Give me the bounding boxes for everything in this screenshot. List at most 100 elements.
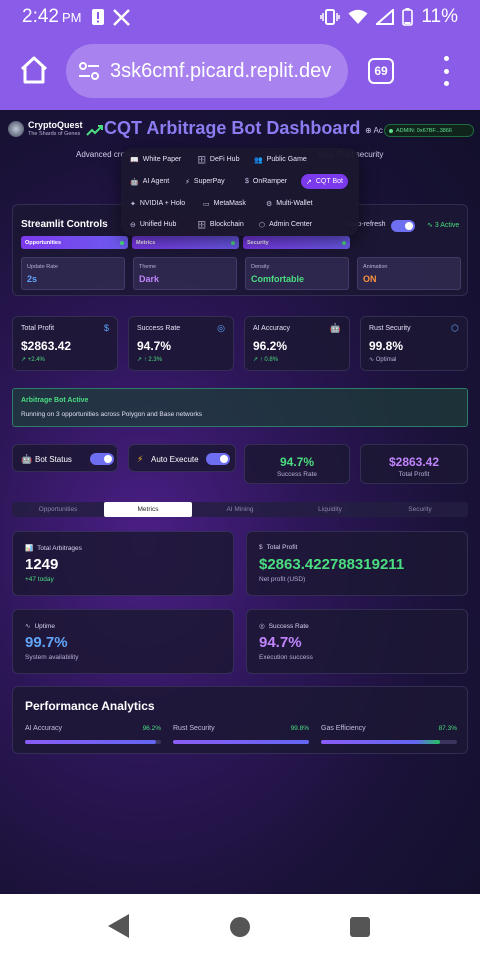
bot-icon: 🤖 [130,178,139,186]
status-bar: 2:42 PM 11% [0,0,480,34]
tab-security[interactable]: Security [376,502,464,517]
stat-change: ↗ ↑ 2.3% [137,357,163,363]
browser-menu-icon[interactable] [438,56,454,86]
setting-theme[interactable]: Theme Dark [133,257,237,290]
setting-value: Comfortable [251,274,305,284]
setting-value: 2s [27,274,38,284]
menu-item-superpay[interactable]: ⚡ SuperPay [180,174,230,189]
shield-icon: ⬡ [259,221,266,229]
dollar-icon: $ [259,544,263,551]
bar-fill [173,740,309,744]
bot-icon: 🤖 [21,454,33,464]
language-selector[interactable]: ⊕ Ac [365,126,383,135]
menu-item-unified-hub[interactable]: ⊖ Unified Hub [125,217,181,232]
mini-label: Total Profit [398,471,430,478]
tag-dot [231,240,235,245]
system-nav-bar [0,894,480,960]
menu-item-white-paper[interactable]: 📖 White Paper [125,152,186,167]
zap-icon: ⚡ [185,178,190,186]
menu-item-label: Unified Hub [139,221,177,228]
bar-ai-accuracy [25,740,161,744]
stat-label: Rust Security [369,325,411,332]
menu-item-ai-agent[interactable]: 🤖 AI Agent [125,174,174,189]
metric-label: ◎ Success Rate [259,622,309,630]
tab-opportunities[interactable]: Opportunities [14,502,102,517]
setting-value: Dark [139,274,160,284]
mini-total-profit: $2863.42 Total Profit [360,444,468,484]
bar-gas-efficiency [321,740,457,744]
metric-value: $2863.422788319211 [259,556,405,573]
setting-update-rate[interactable]: Update Rate 2s [21,257,125,290]
status-dot [389,128,393,133]
menu-item-label: DeFi Hub [209,156,240,163]
menu-item-onramper[interactable]: $ OnRamper [240,174,292,189]
tab-liquidity[interactable]: Liquidity [286,502,374,517]
bar-label-gas-efficiency: Gas Efficiency [321,725,366,732]
mini-success-rate: 94.7% Success Rate [244,444,350,484]
sparkle-icon: ✦ [130,200,136,208]
site-settings-icon[interactable] [78,60,100,82]
alert-text: Running on 3 opportunities across Polygo… [21,411,203,418]
menu-item-defi-hub[interactable]: 🗄 DeFi Hub [192,152,244,167]
tag-label: Metrics [136,239,156,246]
trending-up-icon: ↗ [306,178,312,186]
bar-fill [25,740,156,744]
menu-item-label: Admin Center [269,221,312,228]
menu-item-label: OnRamper [252,178,288,185]
stat-value: $2863.42 [21,339,72,353]
setting-label: Update Rate [27,264,58,270]
auto-refresh-toggle[interactable] [391,220,415,232]
menu-item-nvidia-holo[interactable]: ✦ NVIDIA + Holo [125,196,190,211]
home-icon[interactable] [18,54,50,86]
metric-label-text: Total Profit [266,544,298,551]
bot-icon: 🤖 [329,323,341,333]
bot-status-toggle[interactable] [90,453,114,465]
setting-density[interactable]: Density Comfortable [245,257,349,290]
setting-label: Density [251,264,270,270]
metric-value: 94.7% [259,634,302,651]
active-count: ∿ 3 Active [427,222,460,229]
metric-total-arbitrages: 📊 Total Arbitrages 1249 +47 today [12,531,234,596]
brand-name[interactable]: CryptoQuest [28,120,83,130]
performance-title: Performance Analytics [25,699,155,713]
address-bar[interactable]: 3sk6cmf.picard.replit.dev [66,44,348,98]
metric-sub: Net profit (USD) [259,576,306,583]
stat-label: Total Profit [21,325,55,332]
alert-title: Arbitrage Bot Active [21,397,89,404]
home-circle-icon[interactable] [230,917,250,937]
tag-metrics[interactable]: Metrics [132,236,239,249]
menu-item-metamask[interactable]: ▭ MetaMask [198,196,251,211]
navigation-menu: 📖 White Paper 🗄 DeFi Hub 👥 Public Game 🤖 AI … [121,148,359,236]
database-icon: 🗄 [197,221,206,229]
recents-icon[interactable] [350,917,370,937]
chart-icon: 📊 [25,545,34,552]
back-icon[interactable] [108,914,129,938]
metric-value: 1249 [25,556,59,573]
tag-opportunities[interactable]: Opportunities [21,236,128,249]
menu-item-cqt-bot[interactable]: ↗ CQT Bot [301,174,348,189]
brand-logo[interactable] [8,121,24,137]
menu-item-admin-center[interactable]: ⬡ Admin Center [254,217,317,232]
auto-execute-toggle[interactable] [206,453,230,465]
auto-execute-label: Auto Execute [151,455,199,464]
menu-item-public-game[interactable]: 👥 Public Game [249,152,312,167]
x-app-icon [113,8,131,26]
setting-value: ON [363,274,377,284]
tag-label: Opportunities [25,239,62,246]
tag-security[interactable]: Security [243,236,350,249]
battery-icon [402,8,414,26]
metric-sub: +47 today [25,576,54,583]
admin-wallet-badge[interactable]: ADMIN: 0x67BF...3866 [384,124,474,137]
setting-animation[interactable]: Animation ON [357,257,461,290]
tab-switcher-button[interactable]: 69 [368,58,394,84]
menu-item-multi-wallet[interactable]: ⚙ Multi-Wallet [261,196,318,211]
tab-ai-mining[interactable]: AI Mining [196,502,284,517]
setting-label: Animation [363,264,388,270]
brand-tagline: The Shards of Genes [28,131,81,137]
menu-item-blockchain[interactable]: 🗄 Blockchain [192,217,249,232]
stat-change: ∿ Optimal [369,357,397,363]
vibrate-icon [320,9,341,25]
tab-metrics[interactable]: Metrics [104,502,192,517]
dollar-icon: $ [103,323,109,333]
metric-label-text: Total Arbitrages [37,545,82,552]
